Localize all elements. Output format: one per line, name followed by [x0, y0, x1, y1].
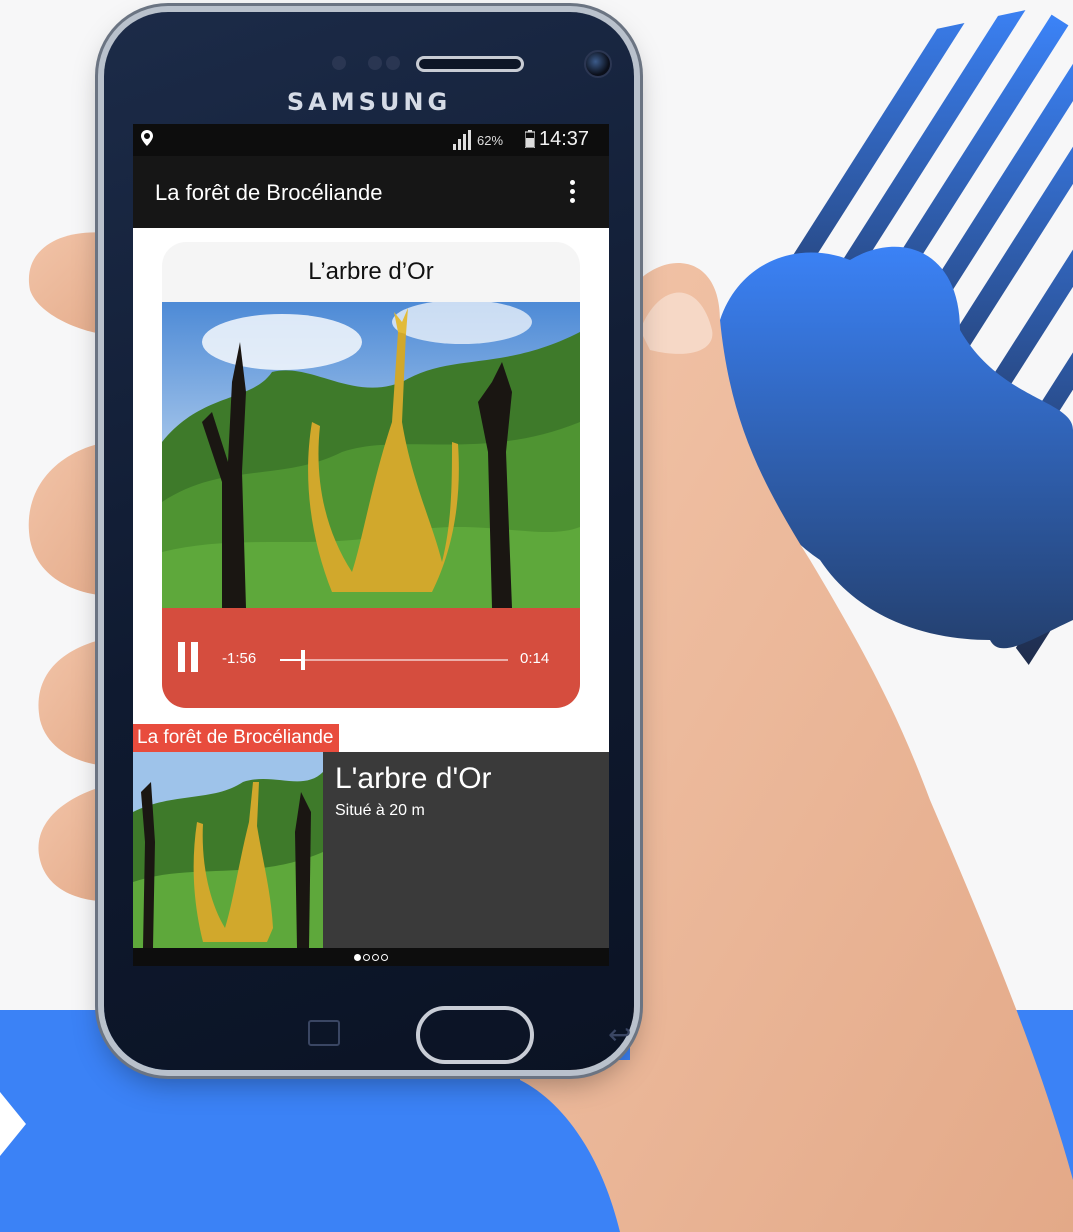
app-bar: La forêt de Brocéliande	[133, 156, 609, 228]
earpiece-speaker	[416, 56, 524, 72]
page-dot[interactable]	[354, 954, 361, 961]
pause-icon[interactable]	[178, 642, 202, 672]
back-button[interactable]: ↩	[608, 1018, 631, 1051]
audio-guide-card: L’arbre d’Or -1:56 0:14	[162, 242, 580, 708]
progress-slider[interactable]	[280, 650, 508, 670]
sensor-dot	[386, 56, 400, 70]
page-indicator	[133, 948, 609, 966]
time-elapsed: 0:14	[520, 650, 550, 667]
page-dot[interactable]	[372, 954, 379, 961]
time-remaining: -1:56	[222, 650, 257, 667]
progress-fill	[280, 659, 303, 661]
home-button[interactable]	[416, 1006, 534, 1064]
location-icon	[141, 130, 153, 146]
phone-screen: 62% 14:37 La forêt de Brocéliande L’arbr…	[133, 124, 609, 966]
golden-tree-photo	[162, 302, 580, 608]
status-bar: 62% 14:37	[133, 124, 609, 156]
app-bar-title: La forêt de Brocéliande	[155, 180, 383, 205]
audio-player: -1:56 0:14	[162, 608, 580, 708]
list-thumbnail-photo	[133, 752, 323, 948]
page-dot[interactable]	[381, 954, 388, 961]
signal-icon	[453, 130, 471, 150]
device-brand: SAMSUNG	[286, 88, 452, 116]
recent-apps-button[interactable]	[308, 1020, 340, 1046]
list-item[interactable]: L'arbre d'Or Situé à 20 m	[133, 752, 609, 948]
status-time: 14:37	[539, 128, 590, 150]
list-item-subtitle: Situé à 20 m	[335, 802, 425, 819]
location-caption-tag: La forêt de Brocéliande	[133, 724, 340, 752]
battery-percent: 62%	[477, 133, 504, 148]
card-title: L’arbre d’Or	[308, 258, 434, 285]
battery-icon	[525, 130, 535, 148]
sensor-dot	[368, 56, 382, 70]
sensor-dot	[332, 56, 346, 70]
overflow-menu-icon[interactable]	[569, 180, 577, 206]
progress-thumb[interactable]	[300, 650, 305, 670]
front-camera	[584, 50, 612, 78]
list-item-title: L'arbre d'Or	[335, 762, 492, 795]
page-dot[interactable]	[363, 954, 370, 961]
